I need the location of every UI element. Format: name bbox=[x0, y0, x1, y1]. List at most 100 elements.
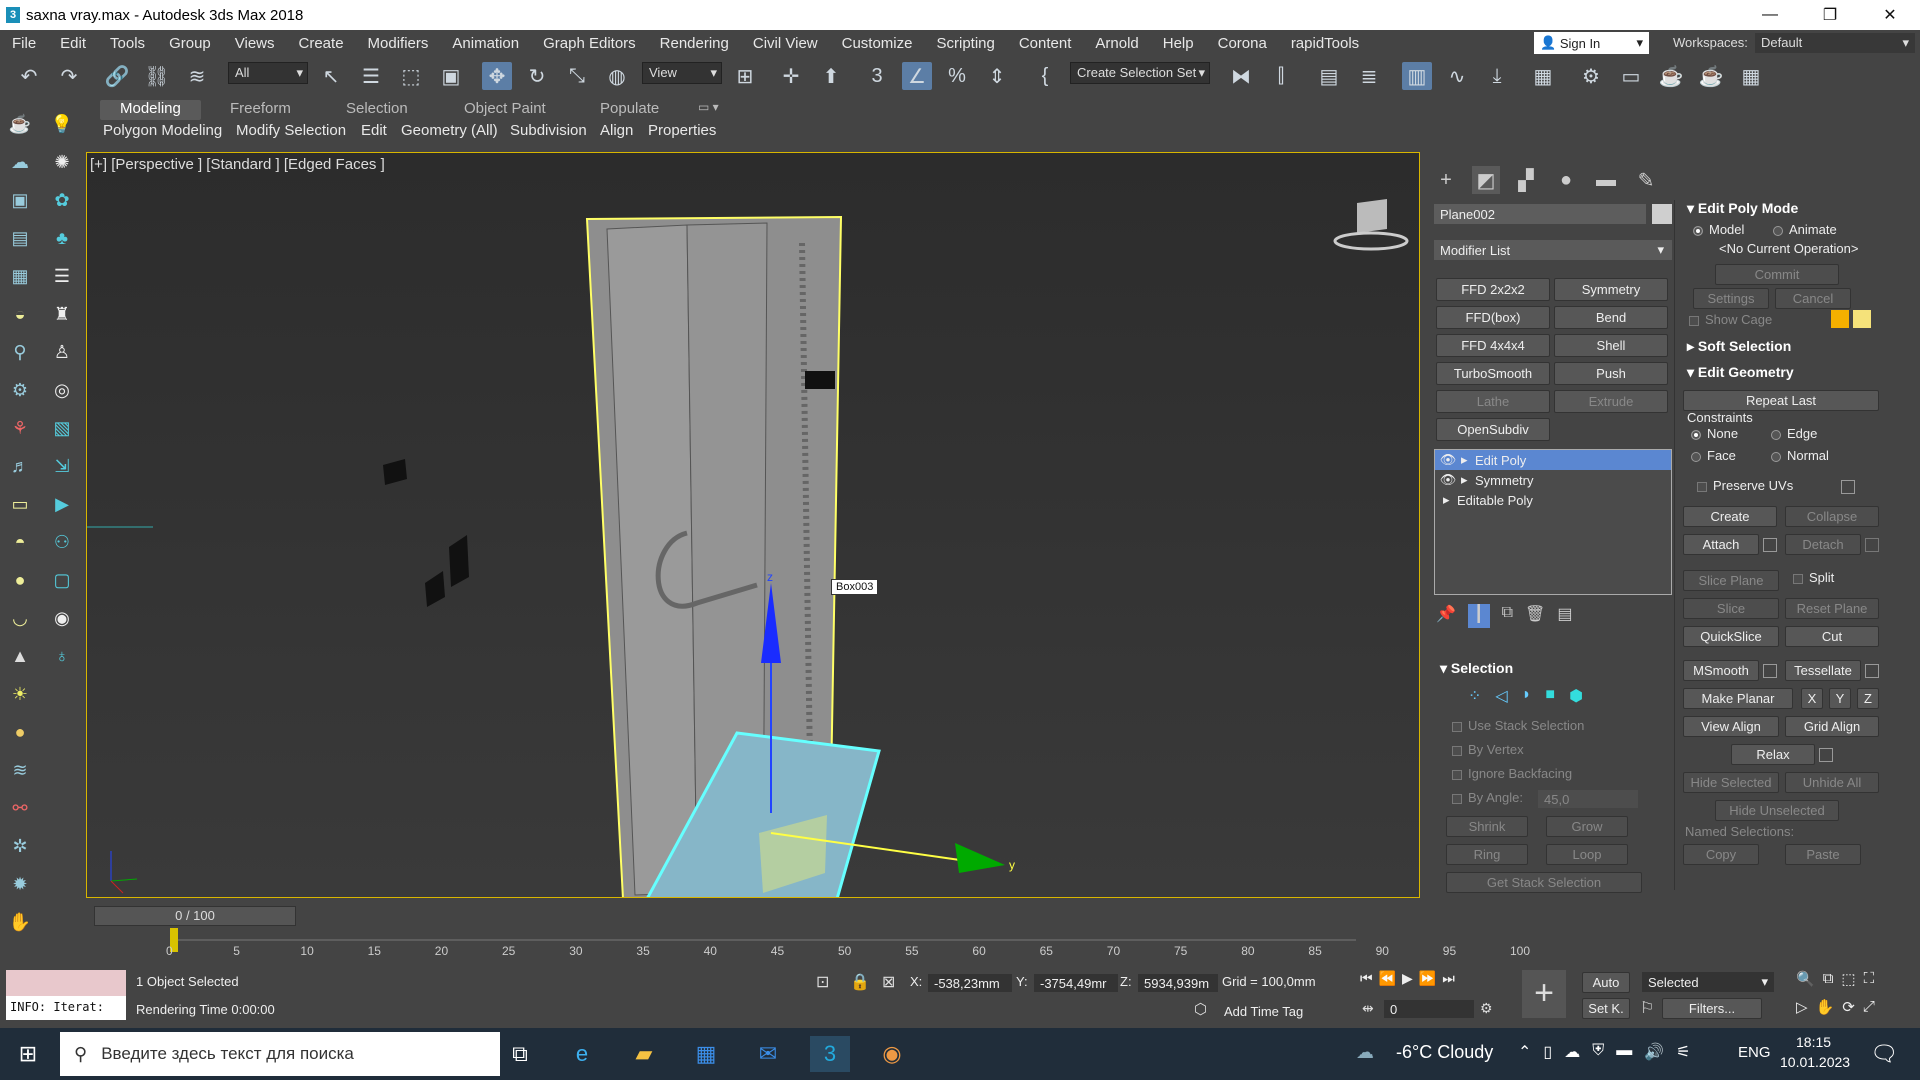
make-unique-icon[interactable]: ⧉ bbox=[1502, 604, 1513, 628]
key-filter-icon[interactable]: ⚐ bbox=[1640, 998, 1654, 1018]
slice-plane-button[interactable]: Slice Plane bbox=[1683, 570, 1779, 591]
stack-item-editable-poly[interactable]: ▸ Editable Poly bbox=[1435, 490, 1671, 510]
zoom-all-icon[interactable]: ⧉ bbox=[1823, 970, 1834, 988]
select-by-name-icon[interactable]: ☰ bbox=[356, 62, 386, 90]
hair-icon[interactable]: ≋ bbox=[6, 756, 34, 784]
weather-text[interactable]: -6°C Cloudy bbox=[1396, 1042, 1493, 1063]
panel-subdivision[interactable]: Subdivision bbox=[510, 122, 587, 139]
foliage-icon[interactable]: ✿ bbox=[48, 186, 76, 214]
mirror-icon[interactable]: ⧓ bbox=[1226, 62, 1256, 90]
attach-settings-icon[interactable] bbox=[1763, 538, 1777, 552]
panel-geometry-all[interactable]: Geometry (All) bbox=[401, 122, 498, 139]
select-and-rotate-icon[interactable]: ↻ bbox=[522, 62, 552, 90]
stack-item-edit-poly[interactable]: 👁 ▸ Edit Poly bbox=[1435, 450, 1671, 470]
menu-content[interactable]: Content bbox=[1007, 35, 1084, 52]
gear-icon[interactable]: ⚙ bbox=[6, 376, 34, 404]
edit-geometry-header[interactable]: ▾ Edit Geometry bbox=[1687, 364, 1794, 381]
teapot-icon[interactable]: ☕ bbox=[6, 110, 34, 138]
relax-button[interactable]: Relax bbox=[1731, 744, 1815, 765]
ribbon-toggle-icon[interactable]: ▥ bbox=[1402, 62, 1432, 90]
select-and-place-icon[interactable]: ◍ bbox=[602, 62, 632, 90]
next-frame-icon[interactable]: ⏩ bbox=[1419, 970, 1436, 992]
lathe-button[interactable]: Lathe bbox=[1436, 390, 1550, 413]
globe-icon[interactable]: ✹ bbox=[6, 870, 34, 898]
mail-icon[interactable]: ✉ bbox=[748, 1036, 788, 1072]
msmooth-settings-icon[interactable] bbox=[1763, 664, 1777, 678]
reference-coordinate-dropdown[interactable]: View ▾ bbox=[642, 62, 722, 84]
align-icon[interactable]: ⫿ bbox=[1266, 62, 1296, 90]
workspace-dropdown[interactable]: Default ▾ bbox=[1755, 33, 1915, 53]
polygon-icon[interactable]: ■ bbox=[1545, 686, 1555, 706]
turbosmooth-button[interactable]: TurboSmooth bbox=[1436, 362, 1550, 385]
create-tab-icon[interactable]: + bbox=[1432, 166, 1460, 194]
undo-icon[interactable]: ↶ bbox=[14, 62, 44, 90]
field-of-view-icon[interactable]: ▷ bbox=[1796, 998, 1808, 1016]
shell-button[interactable]: Shell bbox=[1554, 334, 1668, 357]
stack-item-symmetry[interactable]: 👁 ▸ Symmetry bbox=[1435, 470, 1671, 490]
hide-selected-button[interactable]: Hide Selected bbox=[1683, 772, 1779, 793]
time-slider[interactable]: 0 / 100 bbox=[94, 906, 296, 926]
time-tag-icon[interactable]: ⬡ bbox=[1194, 1000, 1207, 1018]
grid-icon[interactable]: ▦ bbox=[6, 262, 34, 290]
pin-stack-icon[interactable]: 📌 bbox=[1436, 604, 1456, 628]
people-icon[interactable]: ⚇ bbox=[48, 528, 76, 556]
preserve-uvs-settings-icon[interactable] bbox=[1841, 480, 1855, 494]
hand-icon[interactable]: ✋ bbox=[6, 908, 34, 936]
settings-button[interactable]: Settings bbox=[1693, 288, 1769, 309]
key-mode-icon[interactable]: ⇹ bbox=[1362, 1000, 1374, 1017]
material-editor-icon[interactable]: ▦ bbox=[1528, 62, 1558, 90]
battery-icon[interactable]: ▬ bbox=[1616, 1042, 1632, 1062]
time-configuration-icon[interactable]: ⚙ bbox=[1480, 1000, 1493, 1017]
speaker-icon[interactable]: ♬ bbox=[6, 452, 34, 480]
viewcube[interactable] bbox=[1357, 199, 1387, 233]
remove-modifier-icon[interactable]: 🗑 bbox=[1525, 604, 1545, 628]
cloud-sync-icon[interactable]: ☁ bbox=[1564, 1042, 1580, 1062]
chevron-up-icon[interactable]: ⌃ bbox=[1518, 1042, 1531, 1062]
show-cage-checkbox[interactable] bbox=[1689, 316, 1699, 326]
menu-modifiers[interactable]: Modifiers bbox=[356, 35, 441, 52]
box-icon[interactable]: ▭ bbox=[6, 490, 34, 518]
push-button[interactable]: Push bbox=[1554, 362, 1668, 385]
stretch-icon[interactable]: ⇲ bbox=[48, 452, 76, 480]
tree-icon[interactable]: ♣ bbox=[48, 224, 76, 252]
edge-icon[interactable]: ◁ bbox=[1495, 686, 1507, 706]
grid-align-button[interactable]: Grid Align bbox=[1785, 716, 1879, 737]
menu-civil-view[interactable]: Civil View bbox=[741, 35, 830, 52]
angle-snap-icon[interactable]: ∠ bbox=[902, 62, 932, 90]
x-coordinate-field[interactable]: -538,23mm bbox=[928, 974, 1012, 992]
key-filters-button[interactable]: Filters... bbox=[1662, 998, 1762, 1019]
planar-x-button[interactable]: X bbox=[1801, 688, 1823, 709]
disc-icon[interactable]: ● bbox=[6, 718, 34, 746]
perspective-viewport[interactable]: z y Box003 bbox=[86, 152, 1420, 898]
task-view-icon[interactable]: ⧉ bbox=[500, 1036, 540, 1072]
maxscript-listener[interactable] bbox=[6, 970, 126, 996]
rendered-frame-window-icon[interactable]: ▭ bbox=[1616, 62, 1646, 90]
border-icon[interactable]: ◗ bbox=[1522, 686, 1532, 706]
expand-arrow-icon[interactable]: ▸ bbox=[1461, 472, 1475, 488]
ring-icon[interactable]: ◎ bbox=[48, 376, 76, 404]
use-stack-selection-checkbox[interactable] bbox=[1452, 722, 1462, 732]
tab-freeform[interactable]: Freeform bbox=[230, 100, 291, 120]
show-end-result-icon[interactable]: ┃ bbox=[1467, 604, 1490, 628]
go-to-end-icon[interactable]: ⏭ bbox=[1442, 970, 1455, 992]
copy-selection-button[interactable]: Copy bbox=[1683, 844, 1759, 865]
zoom-extents-all-icon[interactable]: ⛶ bbox=[1864, 970, 1875, 988]
select-object-icon[interactable]: ↖ bbox=[316, 62, 346, 90]
maximize-button[interactable]: ❐ bbox=[1800, 0, 1860, 30]
render-in-cloud-icon[interactable]: ▦ bbox=[1736, 62, 1766, 90]
schematic-view-icon[interactable]: ⤓ bbox=[1482, 62, 1512, 90]
sun-icon[interactable]: ✺ bbox=[48, 148, 76, 176]
keyboard-shortcut-icon[interactable]: ⬆ bbox=[816, 62, 846, 90]
menu-edit[interactable]: Edit bbox=[48, 35, 98, 52]
isolate-selection-icon[interactable]: ⊡ bbox=[816, 972, 829, 992]
menu-scripting[interactable]: Scripting bbox=[924, 35, 1006, 52]
render-production-icon[interactable]: ☕ bbox=[1656, 62, 1686, 90]
render-iterative-icon[interactable]: ☕ bbox=[1696, 62, 1726, 90]
split-checkbox[interactable] bbox=[1793, 574, 1803, 584]
rectangular-selection-icon[interactable]: ⬚ bbox=[396, 62, 426, 90]
3dsmax-taskbar-icon[interactable]: 3 bbox=[810, 1036, 850, 1072]
named-selection-set-dropdown[interactable]: Create Selection Set ▾ bbox=[1070, 62, 1210, 84]
phone-icon[interactable]: ▯ bbox=[1543, 1042, 1552, 1062]
tab-selection[interactable]: Selection bbox=[346, 100, 408, 120]
lock-icon[interactable]: 🔒 bbox=[850, 972, 870, 992]
